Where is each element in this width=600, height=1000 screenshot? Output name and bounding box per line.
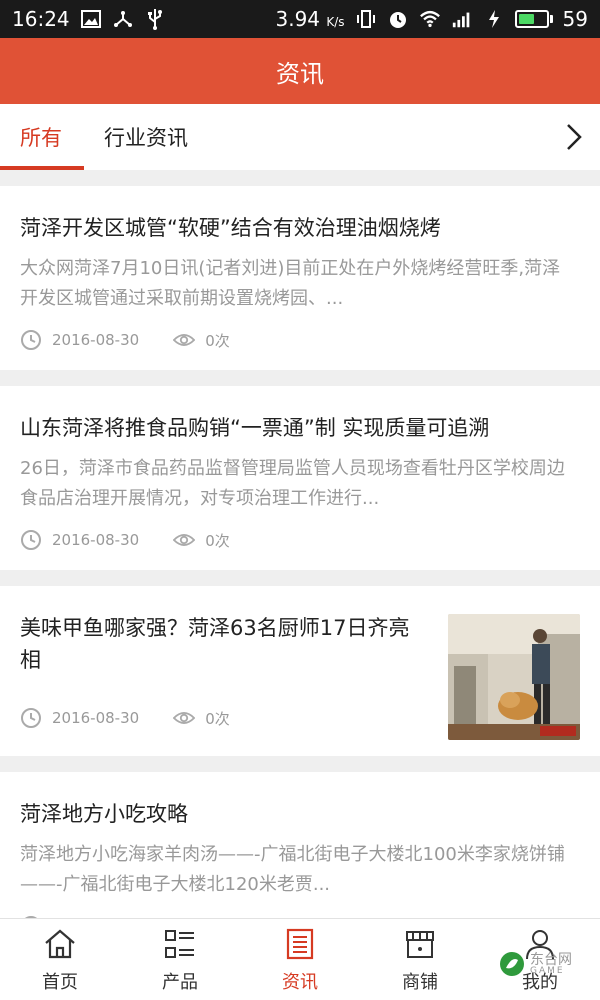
network-speed: 3.94 K/s [275,7,345,31]
usb-share-icon [112,8,134,30]
tab-industry-news-label: 行业资讯 [104,126,188,150]
image-icon [80,8,102,30]
chevron-right-icon [567,124,582,150]
news-title: 山东菏泽将推食品购销“一票通”制 实现质量可追溯 [20,416,490,440]
news-views: 0次 [205,331,230,350]
tabbar-products-label: 产品 [162,971,198,993]
status-bar: 16:24 3.94 K/s 59 [0,0,600,38]
alarm-icon [387,8,409,30]
news-text-block: 美味甲鱼哪家强？菏泽63名厨师17日齐亮相 2016-08-30 0次 [20,600,420,740]
store-icon [402,926,438,962]
tabbar-stores[interactable]: 商铺 [360,919,480,1000]
news-title: 美味甲鱼哪家强？菏泽63名厨师17日齐亮相 [20,616,410,672]
battery-icon [514,10,553,28]
tabbar-products[interactable]: 产品 [120,919,240,1000]
tabbar-stores-label: 商铺 [402,971,438,993]
news-meta: 2016-08-30 0次 [20,326,580,354]
app-header: 资讯 [0,38,600,104]
eye-icon [173,329,196,351]
news-views: 0次 [205,709,230,728]
tabbar-news[interactable]: 资讯 [240,919,360,1000]
status-bar-right: 3.94 K/s 59 [275,7,588,31]
news-summary: 26日，菏泽市食品药品监督管理局监管人员现场查看牡丹区学校周边食品店治理开展情况… [20,458,565,509]
eye-icon [173,707,196,729]
watermark-sub: GAME [530,965,565,976]
news-date: 2016-08-30 [52,709,140,727]
tabs-more-button[interactable] [558,121,590,153]
news-thumbnail[interactable] [448,614,580,740]
battery-percent: 59 [562,7,588,31]
news-summary: 大众网菏泽7月10日讯(记者刘进)目前正处在户外烧烤经营旺季,菏泽开发区城管通过… [20,258,561,309]
vibrate-icon [355,8,377,30]
charging-icon [483,8,505,30]
page-title: 资讯 [276,59,324,88]
product-list-icon [162,926,198,962]
tabbar-news-label: 资讯 [282,971,318,993]
watermark-text: 东台网 [530,951,572,968]
eye-icon [173,529,196,551]
news-meta: 2016-08-30 0次 [20,704,420,732]
clock-icon [20,707,42,729]
news-meta: 2016-08-30 0次 [20,526,580,554]
news-views: 0次 [205,531,230,550]
news-summary: 菏泽地方小吃海家羊肉汤——-广福北街电子大楼北100米李家烧饼铺——-广福北街电… [20,844,565,895]
signal-4g-icon [451,8,473,30]
news-item[interactable]: 菏泽开发区城管“软硬”结合有效治理油烟烧烤 大众网菏泽7月10日讯(记者刘进)目… [0,186,600,370]
status-bar-left: 16:24 [12,7,166,31]
clock-icon [20,529,42,551]
news-document-icon [282,926,318,962]
tab-all[interactable]: 所有 [0,104,84,170]
news-item-with-thumbnail[interactable]: 美味甲鱼哪家强？菏泽63名厨师17日齐亮相 2016-08-30 0次 [0,586,600,756]
news-feed: 菏泽开发区城管“软硬”结合有效治理油烟烧烤 大众网菏泽7月10日讯(记者刘进)目… [0,186,600,972]
home-icon [42,926,78,962]
category-tabs: 所有 行业资讯 [0,104,600,170]
tabbar-home-label: 首页 [42,971,78,993]
tab-industry-news[interactable]: 行业资讯 [84,104,188,170]
wifi-icon [419,8,441,30]
tab-all-label: 所有 [20,126,62,150]
news-date: 2016-08-30 [52,331,140,349]
news-title: 菏泽开发区城管“软硬”结合有效治理油烟烧烤 [20,216,441,240]
news-item[interactable]: 山东菏泽将推食品购销“一票通”制 实现质量可追溯 26日，菏泽市食品药品监督管理… [0,386,600,570]
watermark-logo-icon [500,952,524,976]
usb-icon [144,8,166,30]
battery-fill [518,14,534,24]
status-time: 16:24 [12,7,70,31]
watermark: 东台网 GAME [498,950,572,978]
news-title: 菏泽地方小吃攻略 [20,802,188,826]
tabbar-home[interactable]: 首页 [0,919,120,1000]
news-date: 2016-08-30 [52,531,140,549]
clock-icon [20,329,42,351]
